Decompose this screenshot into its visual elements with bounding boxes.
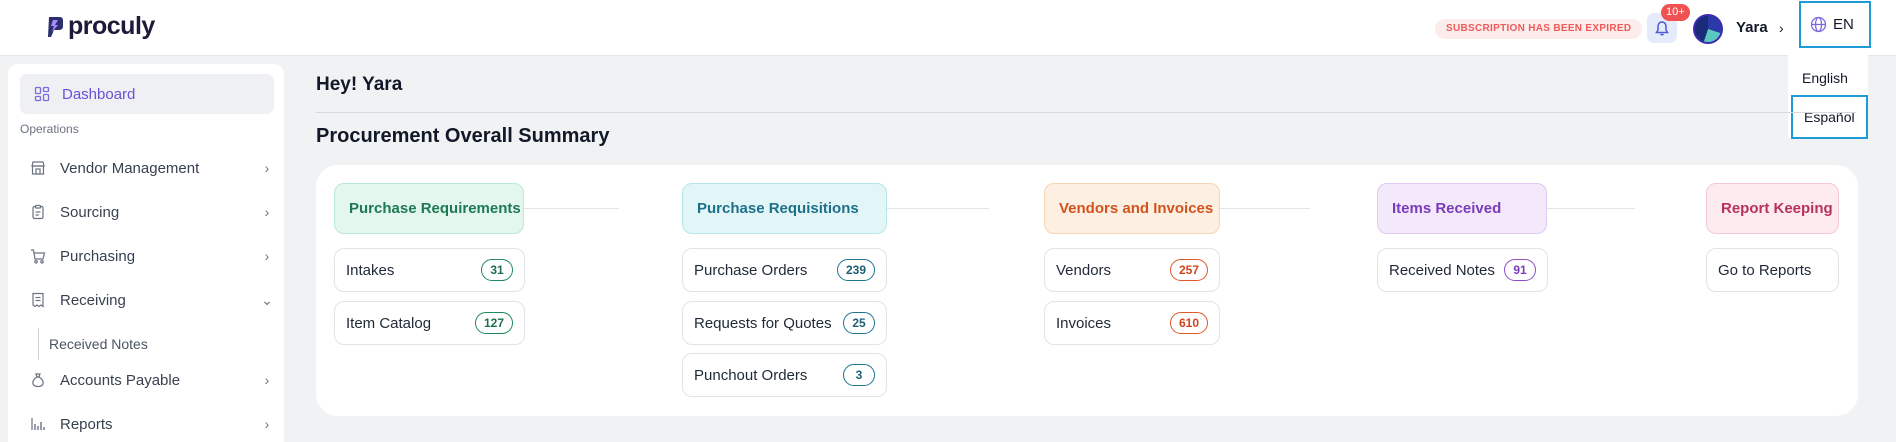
chevron-right-icon: › (264, 372, 270, 388)
summary-item-received-notes[interactable]: Received Notes 91 (1377, 248, 1548, 292)
sidebar-item-dashboard[interactable]: Dashboard (20, 74, 274, 114)
summary-item-label: Received Notes (1389, 261, 1495, 279)
count-badge: 127 (474, 312, 513, 334)
count-badge: 91 (1504, 259, 1536, 281)
user-menu-chevron-icon[interactable]: › (1779, 20, 1784, 36)
category-purchase-requirements[interactable]: Purchase Requirements (334, 183, 524, 234)
sidebar-item-accounts-payable[interactable]: Accounts Payable › (30, 365, 274, 395)
summary-item-label: Requests for Quotes (694, 314, 832, 332)
store-icon (31, 161, 45, 175)
count-badge: 610 (1169, 312, 1208, 334)
moneybag-icon (32, 373, 44, 388)
connector-line (524, 208, 619, 209)
language-selector-button[interactable]: EN (1799, 1, 1871, 48)
sidebar-item-label: Vendor Management (60, 159, 200, 177)
sidebar-subitem-received-notes[interactable]: Received Notes (38, 328, 148, 360)
count-badge: 3 (843, 364, 875, 386)
connector-line (887, 208, 989, 209)
sidebar-item-vendor-management[interactable]: Vendor Management › (30, 153, 274, 183)
chevron-right-icon: › (264, 204, 270, 220)
clipboard-icon (32, 204, 44, 220)
dashboard-grid-icon (34, 86, 50, 102)
greeting-heading: Hey! Yara (316, 74, 403, 95)
user-name[interactable]: Yara (1736, 19, 1768, 36)
sidebar-item-label: Purchasing (60, 247, 136, 265)
chevron-right-icon: › (264, 416, 270, 432)
sidebar-item-reports[interactable]: Reports › (30, 409, 274, 439)
category-items-received[interactable]: Items Received (1377, 183, 1547, 234)
summary-item-item-catalog[interactable]: Item Catalog 127 (334, 301, 525, 345)
summary-item-label: Go to Reports (1718, 261, 1812, 279)
notification-count-badge: 10+ (1661, 4, 1690, 21)
summary-title: Procurement Overall Summary (316, 125, 610, 147)
summary-item-intakes[interactable]: Intakes 31 (334, 248, 525, 292)
category-purchase-requisitions[interactable]: Purchase Requisitions (682, 183, 887, 234)
count-badge: 257 (1169, 259, 1208, 281)
summary-item-vendors[interactable]: Vendors 257 (1044, 248, 1220, 292)
count-badge: 25 (843, 312, 875, 334)
bar-chart-icon (31, 418, 45, 430)
category-vendors-and-invoices[interactable]: Vendors and Invoices (1044, 183, 1220, 234)
subscription-expired-badge: SUBSCRIPTION HAS BEEN EXPIRED (1435, 19, 1643, 39)
count-badge: 31 (481, 259, 513, 281)
sidebar-item-label: Dashboard (62, 85, 136, 103)
chevron-right-icon: › (264, 248, 270, 264)
sidebar-item-label: Receiving (60, 291, 126, 309)
sidebar-item-label: Reports (60, 415, 113, 433)
sidebar: Dashboard Operations Vendor Management ›… (8, 64, 284, 442)
summary-item-invoices[interactable]: Invoices 610 (1044, 301, 1220, 345)
sidebar-section-label: Operations (20, 122, 79, 136)
summary-item-requests-for-quotes[interactable]: Requests for Quotes 25 (682, 301, 887, 345)
cart-icon (31, 249, 46, 264)
summary-item-label: Invoices (1056, 314, 1112, 332)
summary-item-label: Purchase Orders (694, 261, 808, 279)
count-badge: 239 (836, 259, 875, 281)
summary-item-label: Item Catalog (346, 314, 432, 332)
summary-item-label: Intakes (346, 261, 395, 279)
summary-item-label: Vendors (1056, 261, 1112, 279)
sidebar-item-purchasing[interactable]: Purchasing › (30, 241, 274, 271)
sidebar-item-label: Sourcing (60, 203, 120, 221)
connector-line (1220, 208, 1310, 209)
summary-item-purchase-orders[interactable]: Purchase Orders 239 (682, 248, 887, 292)
category-report-keeping[interactable]: Report Keeping (1706, 183, 1839, 234)
connector-line (1547, 208, 1635, 209)
sidebar-item-receiving[interactable]: Receiving ⌄ (30, 285, 274, 315)
sidebar-item-sourcing[interactable]: Sourcing › (30, 197, 274, 227)
bell-icon (1655, 20, 1669, 35)
chevron-right-icon: › (264, 160, 270, 176)
top-bar: proculy SUBSCRIPTION HAS BEEN EXPIRED 10… (0, 0, 1896, 56)
summary-item-punchout-orders[interactable]: Punchout Orders 3 (682, 353, 887, 397)
brand-logo[interactable]: proculy (46, 12, 155, 41)
language-option-english[interactable]: English (1788, 62, 1868, 95)
go-to-reports-link[interactable]: Go to Reports (1706, 248, 1839, 292)
language-dropdown-menu: English Español (1788, 52, 1868, 139)
brand-name: proculy (68, 12, 155, 40)
globe-icon (1810, 16, 1827, 33)
chevron-down-icon: ⌄ (261, 291, 273, 308)
divider (316, 112, 1856, 113)
sidebar-item-label: Accounts Payable (60, 371, 181, 389)
user-avatar[interactable] (1693, 14, 1723, 44)
language-code: EN (1833, 16, 1854, 33)
summary-panel: Purchase Requirements Intakes 31 Item Ca… (316, 165, 1858, 416)
proculy-logo-icon (48, 16, 63, 37)
receipt-icon (32, 292, 44, 308)
summary-item-label: Punchout Orders (694, 366, 808, 384)
language-option-espanol[interactable]: Español (1791, 95, 1868, 139)
